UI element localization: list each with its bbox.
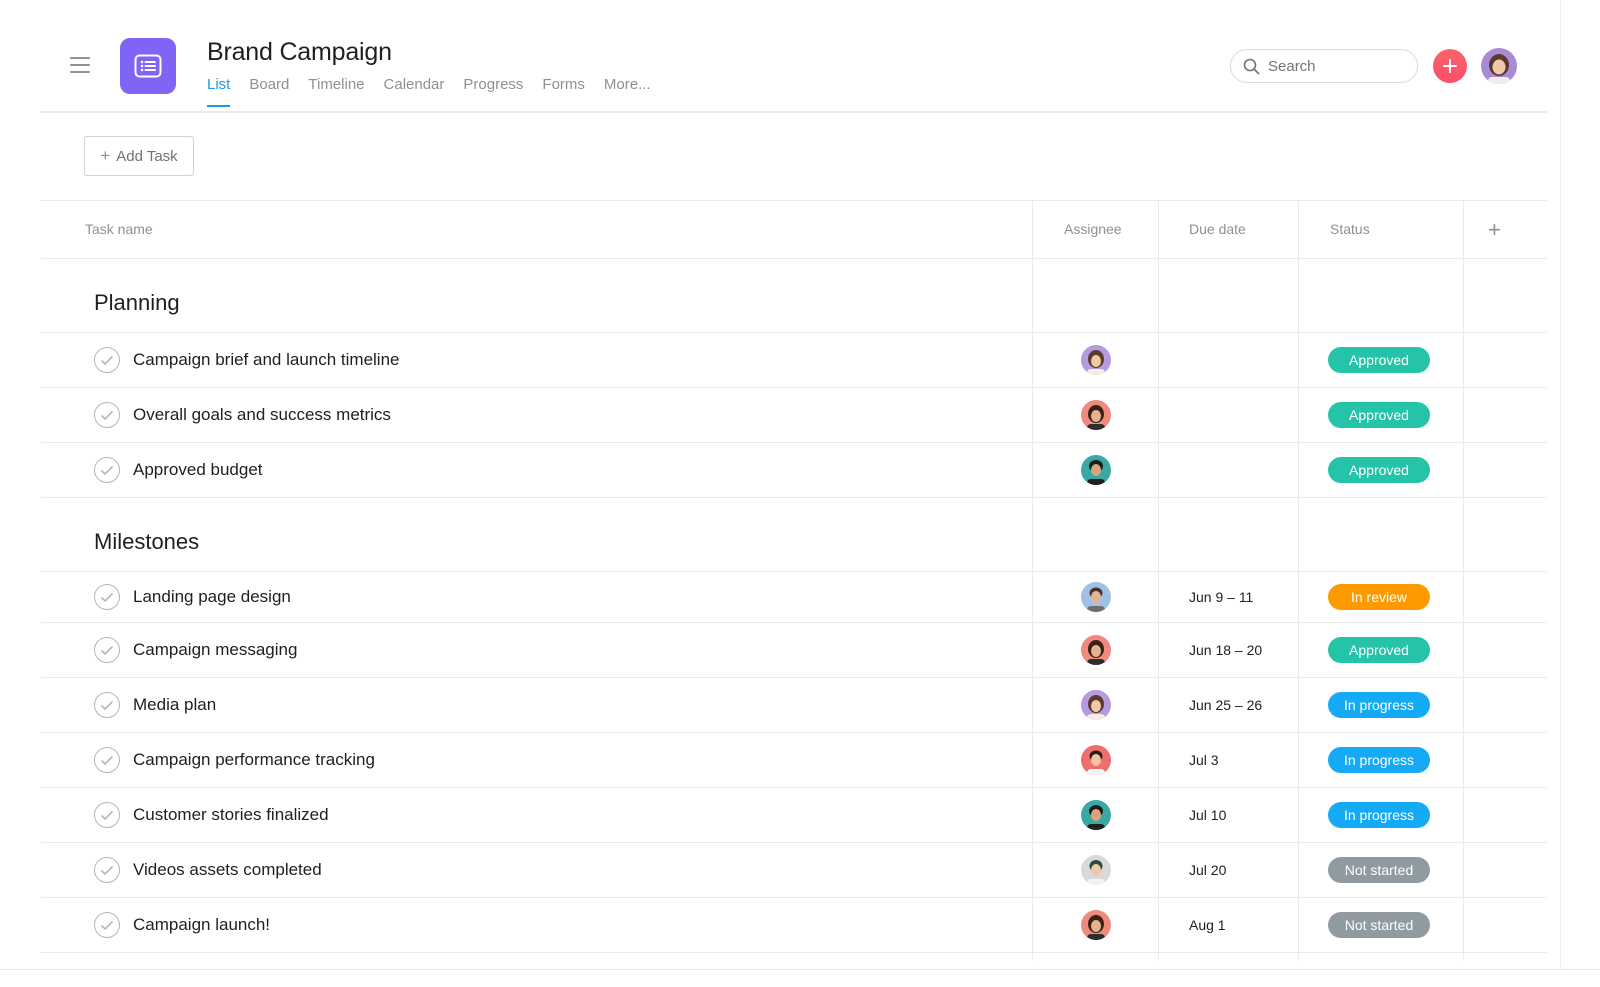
table-row[interactable]: Approved budget Approved: [41, 443, 1547, 498]
checkmark-icon[interactable]: [94, 347, 120, 373]
task-name[interactable]: Approved budget: [133, 460, 263, 480]
add-task-label: Add Task: [116, 147, 178, 165]
project-tabs: List Board Timeline Calendar Progress Fo…: [207, 76, 670, 107]
assignee-avatar[interactable]: [1081, 635, 1111, 665]
tab-more[interactable]: More...: [604, 76, 651, 106]
table-row[interactable]: Campaign messaging Jun 18 – 20 Approved: [41, 623, 1547, 678]
due-date[interactable]: Jun 18 – 20: [1189, 642, 1262, 658]
due-date[interactable]: Aug 1: [1189, 917, 1226, 933]
hamburger-menu-icon[interactable]: [70, 57, 90, 73]
assignee-avatar[interactable]: [1081, 690, 1111, 720]
table-row[interactable]: Overall goals and success metrics Approv…: [41, 388, 1547, 443]
status-badge[interactable]: Not started: [1328, 912, 1430, 938]
checkmark-icon[interactable]: [94, 747, 120, 773]
assignee-avatar[interactable]: [1081, 910, 1111, 940]
assignee-avatar[interactable]: [1081, 455, 1111, 485]
task-table: Task name Assignee Due date Status + Pla…: [41, 200, 1547, 953]
task-name[interactable]: Overall goals and success metrics: [133, 405, 391, 425]
task-name[interactable]: Customer stories finalized: [133, 805, 329, 825]
due-date[interactable]: Jul 3: [1189, 752, 1219, 768]
table-row[interactable]: Customer stories finalized Jul 10 In pro…: [41, 788, 1547, 843]
status-badge[interactable]: In review: [1328, 584, 1430, 610]
task-name[interactable]: Campaign messaging: [133, 640, 297, 660]
project-title: Brand Campaign: [207, 38, 392, 66]
assignee-avatar[interactable]: [1081, 800, 1111, 830]
status-badge[interactable]: Approved: [1328, 457, 1430, 483]
project-list-icon: [120, 38, 176, 94]
due-date[interactable]: Jun 9 – 11: [1189, 589, 1253, 605]
column-header-task-name[interactable]: Task name: [85, 201, 153, 258]
status-badge[interactable]: In progress: [1328, 802, 1430, 828]
checkmark-icon[interactable]: [94, 692, 120, 718]
app-window: Brand Campaign List Board Timeline Calen…: [0, 0, 1600, 987]
checkmark-icon[interactable]: [94, 912, 120, 938]
table-row[interactable]: Campaign brief and launch timeline Appro…: [41, 333, 1547, 388]
tab-forms[interactable]: Forms: [542, 76, 585, 106]
assignee-avatar[interactable]: [1081, 855, 1111, 885]
status-badge[interactable]: In progress: [1328, 692, 1430, 718]
assignee-avatar[interactable]: [1081, 400, 1111, 430]
current-user-avatar[interactable]: [1481, 48, 1517, 84]
project-header: Brand Campaign List Board Timeline Calen…: [41, 0, 1547, 113]
due-date[interactable]: Jul 10: [1189, 807, 1226, 823]
table-row[interactable]: Videos assets completed Jul 20 Not start…: [41, 843, 1547, 898]
assignee-avatar[interactable]: [1081, 582, 1111, 612]
status-badge[interactable]: Approved: [1328, 637, 1430, 663]
status-badge[interactable]: Not started: [1328, 857, 1430, 883]
section-header: Planning: [41, 259, 1547, 333]
table-row[interactable]: Campaign performance tracking Jul 3 In p…: [41, 733, 1547, 788]
tab-calendar[interactable]: Calendar: [384, 76, 445, 106]
search-input[interactable]: [1268, 57, 1398, 75]
checkmark-icon[interactable]: [94, 584, 120, 610]
plus-icon: +: [100, 146, 111, 165]
table-row[interactable]: Media plan Jun 25 – 26 In progress: [41, 678, 1547, 733]
due-date[interactable]: Jun 25 – 26: [1189, 697, 1262, 713]
table-header: Task name Assignee Due date Status +: [41, 200, 1547, 259]
task-name[interactable]: Landing page design: [133, 587, 291, 607]
column-header-due-date[interactable]: Due date: [1189, 201, 1246, 258]
table-row[interactable]: Campaign launch! Aug 1 Not started: [41, 898, 1547, 953]
checkmark-icon[interactable]: [94, 637, 120, 663]
section-title[interactable]: Milestones: [94, 529, 199, 555]
window-edge: [0, 969, 1600, 987]
task-name[interactable]: Campaign performance tracking: [133, 750, 375, 770]
tab-progress[interactable]: Progress: [463, 76, 523, 106]
task-name[interactable]: Media plan: [133, 695, 216, 715]
plus-icon: [1443, 59, 1457, 73]
task-name[interactable]: Campaign launch!: [133, 915, 270, 935]
search-box[interactable]: [1230, 49, 1418, 83]
status-badge[interactable]: Approved: [1328, 402, 1430, 428]
table-row[interactable]: Landing page design Jun 9 – 11 In review: [41, 572, 1547, 623]
due-date[interactable]: Jul 20: [1189, 862, 1226, 878]
search-icon: [1243, 58, 1260, 74]
assignee-avatar[interactable]: [1081, 345, 1111, 375]
section-title[interactable]: Planning: [94, 290, 180, 316]
add-column-plus-icon[interactable]: +: [1488, 201, 1501, 258]
checkmark-icon[interactable]: [94, 857, 120, 883]
section-header: Milestones: [41, 498, 1547, 572]
assignee-avatar[interactable]: [1081, 745, 1111, 775]
task-name[interactable]: Campaign brief and launch timeline: [133, 350, 400, 370]
add-task-button[interactable]: + Add Task: [84, 136, 194, 176]
quick-add-button[interactable]: [1433, 49, 1467, 83]
window-edge: [1560, 0, 1600, 987]
column-header-assignee[interactable]: Assignee: [1064, 201, 1122, 258]
tab-board[interactable]: Board: [249, 76, 289, 106]
status-badge[interactable]: Approved: [1328, 347, 1430, 373]
column-header-status[interactable]: Status: [1330, 201, 1370, 258]
checkmark-icon[interactable]: [94, 457, 120, 483]
tab-list[interactable]: List: [207, 76, 231, 107]
status-badge[interactable]: In progress: [1328, 747, 1430, 773]
checkmark-icon[interactable]: [94, 402, 120, 428]
task-name[interactable]: Videos assets completed: [133, 860, 322, 880]
checkmark-icon[interactable]: [94, 802, 120, 828]
tab-timeline[interactable]: Timeline: [308, 76, 364, 106]
